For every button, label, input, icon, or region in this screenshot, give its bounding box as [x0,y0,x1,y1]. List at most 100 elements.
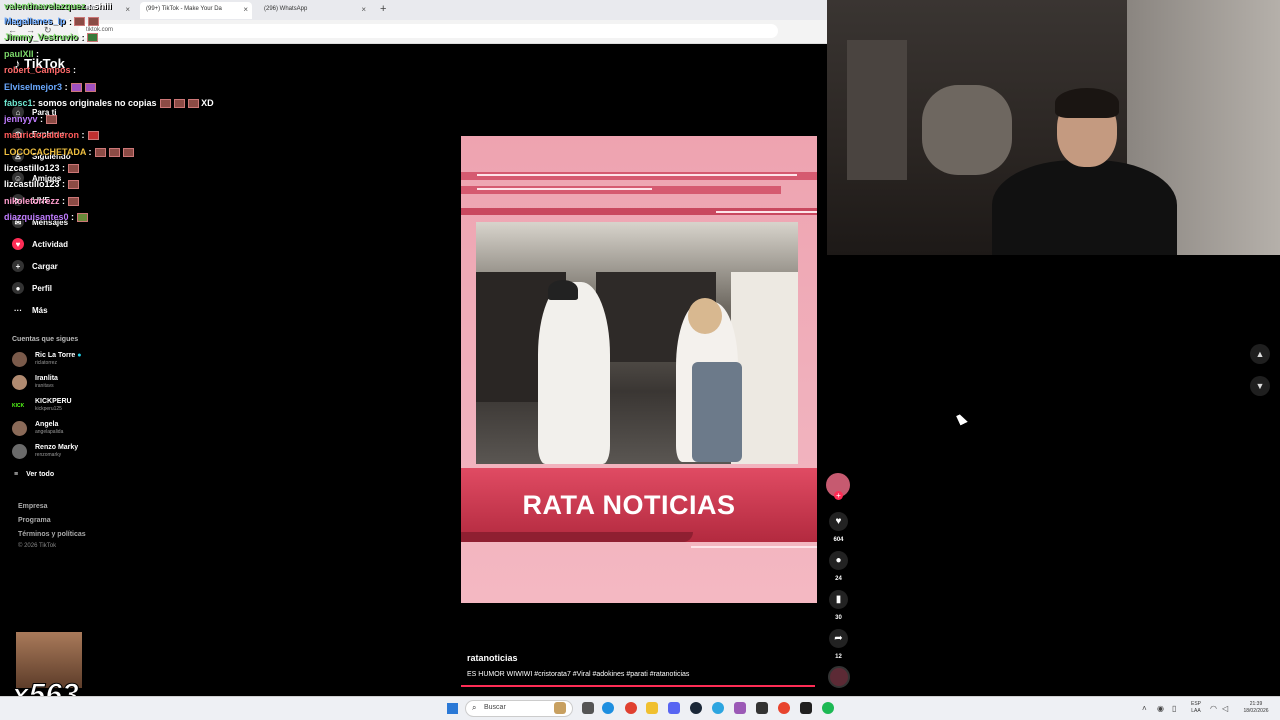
emote-icon [122,148,134,158]
streamer-body [992,160,1177,255]
spotify-icon[interactable] [822,702,834,714]
file-explorer-icon[interactable] [646,702,658,714]
like-button[interactable]: ♥ [829,512,848,531]
share-icon: ➦ [834,633,843,644]
tab-whatsapp[interactable]: (296) WhatsApp × [258,2,370,19]
see-all-link[interactable]: ≡ Ver todo [14,471,54,478]
account-handle: iranitavs [35,383,54,389]
obs-icon[interactable] [778,702,790,714]
network-icon[interactable]: ◉ [1157,704,1164,713]
avatar [12,421,27,436]
chat-user: LOCOCACHETADA [4,147,86,157]
chat-text: : somos originales no copias [32,98,157,108]
previous-video-button[interactable]: ▲ [1250,344,1270,364]
new-tab-icon[interactable]: + [380,3,386,15]
volume-icon[interactable]: ◁ [1222,704,1228,713]
chat-text: : [40,114,44,124]
chat-text: : [81,130,85,140]
chat-user: robert_Campos [4,65,71,75]
video-stripe [477,174,797,176]
microphone-icon[interactable]: ▯ [1172,704,1176,713]
follow-plus-icon[interactable]: + [834,491,843,500]
chat-message: paulXII : [4,49,39,59]
chat-message: lizcastillo123 : [4,163,80,174]
app-icon[interactable] [756,702,768,714]
chat-text: : [73,65,77,75]
upload-icon: + [12,260,24,272]
chat-user: jennyyv [4,114,38,124]
clock-time: 21:39 [1249,701,1263,707]
steam-icon[interactable] [690,702,702,714]
discord-icon[interactable] [668,702,680,714]
lang-top: ESP [1190,701,1201,707]
video-stripe [716,211,817,213]
app-icon[interactable] [734,702,746,714]
task-view-icon[interactable] [582,702,594,714]
nav-perfil[interactable]: ● Perfil [12,282,52,294]
account-item[interactable]: Angela angelapalida [12,421,63,436]
emote-icon [46,115,58,125]
chat-message: valentinavelazquez : shiii [4,1,112,11]
telegram-icon[interactable] [712,702,724,714]
screen: Stream · Kick Dashboard × (99+) TikTok -… [0,0,1280,720]
footer-programa[interactable]: Programa [18,517,51,524]
nav-cargar[interactable]: + Cargar [12,260,58,272]
profile-icon: ● [12,282,24,294]
chat-user: mauriciocalderon [4,130,80,140]
widget-icon[interactable] [554,702,566,714]
windows-start-icon[interactable] [447,703,458,714]
nav-mas[interactable]: ··· Más [12,304,48,316]
video-author[interactable]: ratanoticias [467,653,518,663]
language-indicator[interactable]: ESP LAA [1186,701,1206,715]
emote-icon [108,148,120,158]
chat-message: fabsc1: somos originales no copias XD [4,98,214,109]
emote-icon [68,180,80,190]
close-icon[interactable]: × [361,5,366,14]
video-progress-bar[interactable] [461,685,815,687]
avatar [12,444,27,459]
chat-message: Elviselmejor3 : [4,82,96,93]
chat-user: Jimmy_Vestruvio [4,32,79,42]
chat-user: fabsc1 [4,98,33,108]
account-item[interactable]: Ric La Torre ● riclatorrez [12,352,82,367]
chat-user: lizcastillo123 [4,163,60,173]
see-all-label: Ver todo [26,471,55,478]
clock[interactable]: 21:39 18/02/2026 [1236,701,1276,715]
stream-chat-overlay: valentinavelazquez : shiii Magallanes_lp… [0,0,260,230]
like-count: 604 [833,537,844,543]
video-caption: ES HUMOR WIWIWI #cristorata7 #Viral #ado… [467,671,690,678]
emote-icon [94,148,106,158]
account-item[interactable]: KICK KICKPERU kickperu125 [12,398,72,413]
edge-icon[interactable] [602,702,614,714]
chrome-icon[interactable] [625,702,637,714]
terminal-icon[interactable] [800,702,812,714]
save-button[interactable]: ▮ [829,590,848,609]
footer-terminos[interactable]: Términos y políticas [18,531,86,538]
share-button[interactable]: ➦ [829,629,848,648]
emote-icon [86,33,98,43]
account-item[interactable]: Renzo Marky renzomarky [12,444,78,459]
tray-chevron-icon[interactable]: ˄ [1142,704,1147,713]
account-item[interactable]: Iranlita iranitavs [12,375,58,390]
armchair [922,85,1012,175]
nav-actividad[interactable]: ♥ Actividad [12,238,68,250]
chevron-down-icon: ▼ [1255,381,1265,391]
music-disc-icon[interactable] [828,666,850,688]
banner-text: RATA NOTICIAS [522,490,736,520]
chat-text: : [36,49,40,59]
cap [548,280,578,300]
chat-text: : [62,179,66,189]
wifi-icon[interactable]: ◠ [1210,704,1217,713]
avatar [12,375,27,390]
nav-label: Perfil [32,283,53,293]
emote-icon [87,131,99,141]
nav-label: Cargar [32,261,58,271]
video-player[interactable]: RATA NOTICIAS [461,136,817,603]
next-video-button[interactable]: ▼ [1250,376,1270,396]
chat-text: : [71,212,75,222]
emote-icon [173,99,185,109]
comment-button[interactable]: ● [829,551,848,570]
search-icon: ⌕ [472,703,477,712]
bookmark-icon: ▮ [835,594,842,605]
footer-empresa[interactable]: Empresa [18,503,48,510]
